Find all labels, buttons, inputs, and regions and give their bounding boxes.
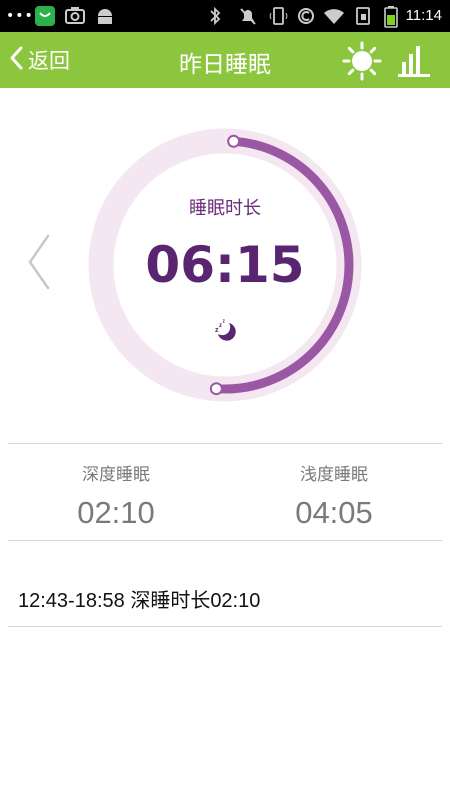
previous-day-button[interactable] (24, 232, 54, 292)
sleep-duration-value: 06:15 (145, 236, 305, 294)
ring-end-dot (209, 382, 223, 396)
deep-sleep-label: 深度睡眠 (82, 465, 150, 485)
light-sleep-stat: 浅度睡眠 04:05 (234, 460, 434, 531)
status-bar: ••• 11:14 (0, 0, 450, 32)
sun-icon (342, 41, 382, 85)
light-sleep-label: 浅度睡眠 (300, 465, 368, 485)
battery-icon (384, 6, 398, 32)
chevron-left-icon (24, 234, 54, 296)
stats-button[interactable] (398, 44, 430, 78)
bar-chart-icon (398, 46, 430, 82)
divider (8, 443, 442, 444)
light-sleep-value: 04:05 (295, 495, 373, 530)
data-icon (296, 6, 316, 30)
sun-button[interactable] (342, 41, 382, 81)
divider (8, 540, 442, 541)
wifi-icon (322, 6, 346, 30)
deep-sleep-stat: 深度睡眠 02:10 (16, 460, 216, 531)
camera-icon (64, 6, 86, 30)
bluetooth-icon (208, 6, 222, 30)
more-dots: ••• (6, 8, 34, 24)
app-store-icon (34, 5, 56, 31)
divider (8, 626, 442, 627)
sim-icon (354, 6, 372, 30)
sleep-duration-label: 睡眠时长 (189, 198, 261, 219)
android-icon (95, 6, 115, 30)
app-bar: 返回 昨日睡眠 (0, 32, 450, 88)
vibrate-icon (268, 6, 288, 30)
status-time: 11:14 (405, 7, 442, 24)
page-title: 昨日睡眠 (179, 52, 271, 78)
moon-icon: z z z (212, 317, 238, 343)
ring-start-dot (227, 134, 241, 148)
deep-sleep-value: 02:10 (77, 495, 155, 530)
silent-icon (238, 6, 258, 30)
svg-text:z: z (223, 319, 226, 325)
sleep-record-item: 12:43-18:58 深睡时长02:10 (18, 590, 261, 612)
